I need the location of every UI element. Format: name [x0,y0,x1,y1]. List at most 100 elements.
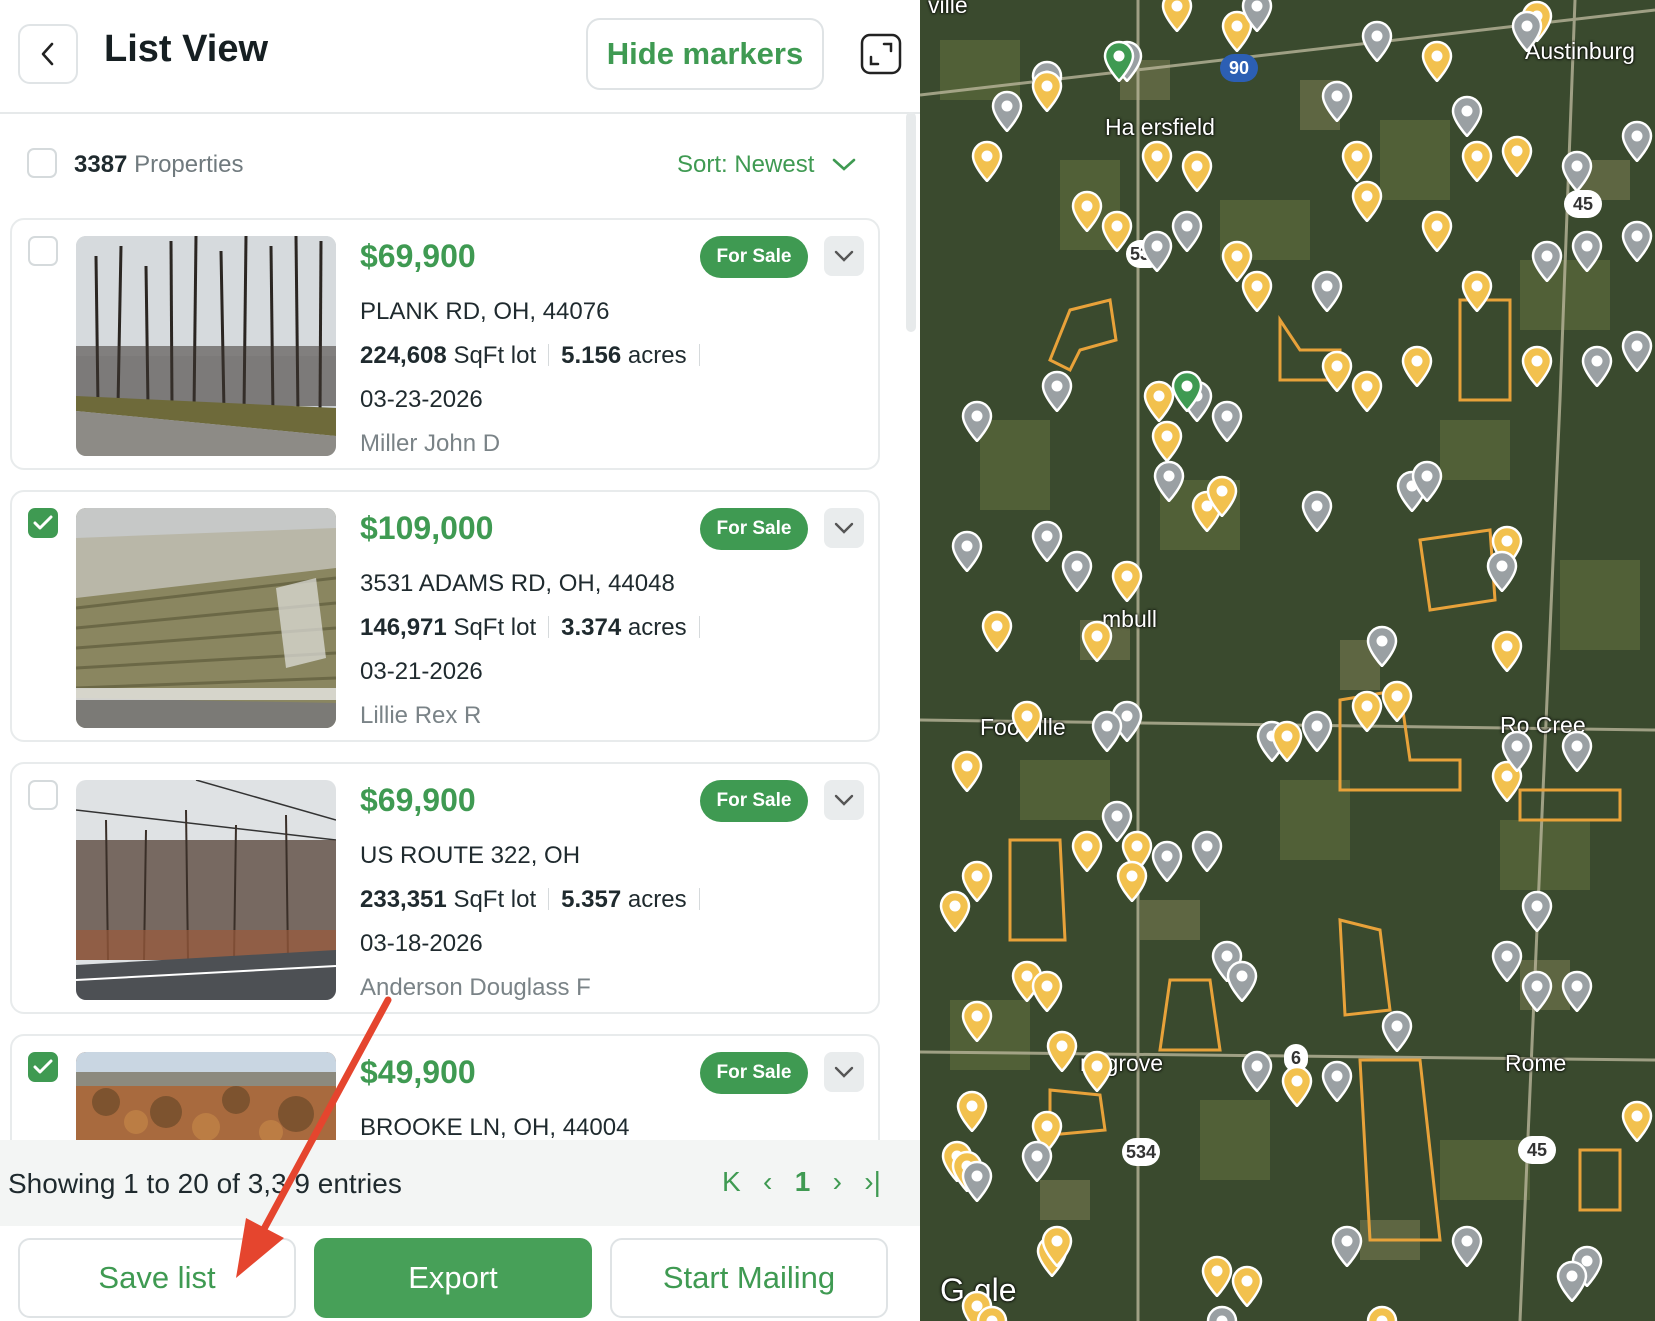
map-marker-icon[interactable] [1100,210,1134,252]
map-marker-icon[interactable] [1330,1225,1364,1267]
map-marker-icon[interactable] [1560,970,1594,1012]
expand-card-button[interactable] [824,236,864,276]
map-marker-icon[interactable] [1270,720,1304,762]
map-marker-icon[interactable] [970,140,1004,182]
map-marker-icon[interactable] [1320,1060,1354,1102]
map-marker-icon[interactable] [1150,840,1184,882]
map-marker-icon[interactable] [1230,1265,1264,1307]
map-marker-icon[interactable] [1560,730,1594,772]
map-marker-icon[interactable] [1450,1225,1484,1267]
map-marker-icon[interactable] [1210,400,1244,442]
save-list-button[interactable]: Save list [18,1238,296,1318]
map-marker-icon[interactable] [1360,20,1394,62]
map-marker-icon[interactable] [1180,150,1214,192]
select-all-checkbox[interactable] [27,148,57,178]
map-marker-icon[interactable] [1030,520,1064,562]
map-marker-icon[interactable] [1350,690,1384,732]
map-marker-icon[interactable] [1460,270,1494,312]
map-marker-icon[interactable] [1490,940,1524,982]
map-marker-icon[interactable] [1160,0,1194,32]
map-marker-icon[interactable] [1320,350,1354,392]
map-marker-icon[interactable] [955,1090,989,1132]
map-marker-icon[interactable] [1380,1010,1414,1052]
property-card[interactable]: $69,900 For Sale PLANK RD, OH, 44076 224… [10,218,880,470]
map-marker-icon[interactable] [1040,1225,1074,1267]
map-marker-icon[interactable] [1040,370,1074,412]
map-marker-icon[interactable] [1080,1050,1114,1092]
map-marker-icon[interactable] [975,1305,1009,1321]
export-button[interactable]: Export [314,1238,592,1318]
map-view[interactable]: ville Austinburg Ha ersfield mbull Footv… [920,0,1655,1321]
map-marker-icon[interactable] [950,530,984,572]
map-marker-icon[interactable] [1152,460,1186,502]
map-marker-icon[interactable] [1350,370,1384,412]
map-marker-icon[interactable] [1420,40,1454,82]
scrollbar[interactable] [906,112,916,332]
map-marker-icon[interactable] [1300,710,1334,752]
map-marker-icon[interactable] [1190,830,1224,872]
map-marker-icon[interactable] [938,890,972,932]
map-marker-icon[interactable] [1030,70,1064,112]
map-marker-icon[interactable] [1460,140,1494,182]
first-page-button[interactable]: K [722,1166,741,1198]
map-marker-icon[interactable] [1410,460,1444,502]
map-marker-icon[interactable] [1620,1100,1654,1142]
map-marker-icon[interactable] [960,400,994,442]
map-marker-icon[interactable] [1520,890,1554,932]
map-marker-icon[interactable] [1020,1140,1054,1182]
start-mailing-button[interactable]: Start Mailing [610,1238,888,1318]
current-page[interactable]: 1 [795,1166,811,1198]
map-marker-icon[interactable] [1060,550,1094,592]
property-card[interactable]: $49,900 For Sale BROOKE LN, OH, 44004 [10,1034,880,1140]
map-marker-icon[interactable] [1450,95,1484,137]
map-marker-icon[interactable] [1200,1255,1234,1297]
map-marker-icon[interactable] [1400,345,1434,387]
map-marker-icon[interactable] [1310,270,1344,312]
map-marker-icon[interactable] [1570,230,1604,272]
map-marker-icon[interactable] [1070,190,1104,232]
map-marker-icon[interactable] [1300,490,1334,532]
map-marker-icon[interactable] [1620,120,1654,162]
map-marker-icon[interactable] [1010,700,1044,742]
expand-card-button[interactable] [824,1052,864,1092]
expand-card-button[interactable] [824,780,864,820]
map-marker-icon[interactable] [1420,210,1454,252]
map-marker-icon[interactable] [1560,150,1594,192]
map-marker-icon[interactable] [1090,710,1124,752]
map-marker-icon[interactable] [1240,0,1274,32]
next-page-button[interactable]: › [830,1166,844,1198]
prev-page-button[interactable]: ‹ [761,1166,775,1198]
map-marker-icon[interactable] [1045,1030,1079,1072]
map-marker-icon[interactable] [1620,330,1654,372]
map-marker-icon[interactable] [1170,370,1204,412]
map-marker-icon[interactable] [1240,270,1274,312]
map-marker-icon[interactable] [1140,230,1174,272]
property-card[interactable]: $69,900 For Sale US ROUTE 322, OH 233,35… [10,762,880,1014]
map-marker-icon[interactable] [960,1000,994,1042]
expand-icon[interactable] [860,33,902,75]
map-marker-icon[interactable] [1490,630,1524,672]
map-marker-icon[interactable] [1520,345,1554,387]
map-marker-icon[interactable] [1240,1050,1274,1092]
map-marker-icon[interactable] [1500,730,1534,772]
map-marker-icon[interactable] [1350,180,1384,222]
map-marker-icon[interactable] [1102,40,1136,82]
map-marker-icon[interactable] [1140,140,1174,182]
map-marker-icon[interactable] [1580,345,1614,387]
hide-markers-button[interactable]: Hide markers [586,18,824,90]
map-marker-icon[interactable] [1520,970,1554,1012]
back-button[interactable] [18,24,78,84]
map-marker-icon[interactable] [1340,140,1374,182]
map-marker-icon[interactable] [990,90,1024,132]
map-marker-icon[interactable] [1150,420,1184,462]
property-checkbox[interactable] [28,508,58,538]
property-card[interactable]: $109,000 For Sale 3531 ADAMS RD, OH, 440… [10,490,880,742]
sort-dropdown[interactable]: Sort: Newest [677,151,856,179]
map-marker-icon[interactable] [1170,210,1204,252]
map-marker-icon[interactable] [1485,550,1519,592]
map-marker-icon[interactable] [1380,680,1414,722]
map-marker-icon[interactable] [1225,960,1259,1002]
map-marker-icon[interactable] [1530,240,1564,282]
map-marker-icon[interactable] [1555,1260,1589,1302]
map-marker-icon[interactable] [1205,1305,1239,1321]
